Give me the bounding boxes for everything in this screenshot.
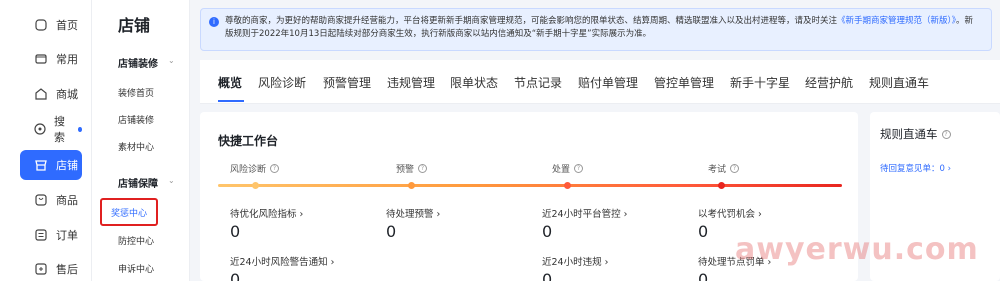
tab-business-escort[interactable]: 经营护航 [805, 74, 853, 91]
progress-dot [564, 182, 571, 189]
nav-item-label: 商品 [56, 194, 78, 207]
folder-icon [32, 50, 50, 68]
help-icon[interactable]: ? [941, 129, 951, 139]
nav-item-home[interactable]: 首页 [20, 10, 82, 40]
metric-pending-warnings[interactable]: 待处理预警 › [386, 206, 440, 220]
aftersale-icon [32, 260, 50, 278]
menu-group-decoration[interactable]: 店铺装修 [118, 55, 158, 70]
tab-violation-management[interactable]: 违规管理 [387, 74, 435, 91]
menu-group-protection[interactable]: 店铺保障 [118, 175, 158, 190]
nav-item-label: 订单 [56, 229, 78, 242]
primary-nav-rail: 首页 常用 商城 搜索 店铺 商品 订单 售后 [0, 0, 92, 281]
metric-exam-instead-of-penalty[interactable]: 以考代罚机会 › [698, 206, 762, 220]
notice-rules-link[interactable]: 《新手期商家管理规范（新版）》 [837, 16, 956, 26]
info-icon: i [209, 17, 219, 27]
tab-risk-diagnosis[interactable]: 风险诊断 [258, 74, 306, 91]
search-icon [32, 120, 48, 138]
stage-handling: 处置? [552, 162, 584, 175]
chevron-down-icon[interactable]: ⌄ [168, 56, 175, 65]
nav-item-label: 搜索 [54, 115, 65, 144]
tab-overview[interactable]: 概览 [218, 74, 242, 91]
menu-item-asset-center[interactable]: 素材中心 [118, 140, 154, 153]
nav-item-product[interactable]: 商品 [20, 185, 82, 215]
metric-24h-platform-control[interactable]: 近24小时平台管控 › [542, 206, 627, 220]
tab-newbie-cross-star[interactable]: 新手十字星 [730, 74, 790, 91]
menu-item-decorate-home[interactable]: 装修首页 [118, 86, 154, 99]
menu-item-store-decoration[interactable]: 店铺装修 [118, 113, 154, 126]
nav-item-label: 店铺 [56, 159, 78, 172]
metric-value: 0 [698, 270, 709, 281]
menu-item-risk-control-center[interactable]: 防控中心 [118, 234, 154, 247]
metric-value: 0 [386, 222, 397, 241]
progress-dot [252, 182, 259, 189]
store-icon [32, 156, 50, 174]
help-icon[interactable]: ? [418, 164, 428, 173]
shop-icon [32, 85, 50, 103]
menu-item-appeal-center[interactable]: 申诉中心 [118, 262, 154, 275]
tab-control-order-management[interactable]: 管控单管理 [654, 74, 714, 91]
metric-value: 0 [230, 222, 241, 241]
nav-item-aftersale[interactable]: 售后 [20, 254, 82, 281]
progress-dot [718, 182, 725, 189]
nav-item-search[interactable]: 搜索 [20, 114, 82, 144]
notice-banner: i 尊敬的商家，为更好的帮助商家提升经营能力，平台将更新新手期商家管理规范，可能… [200, 8, 992, 51]
watermark: awyerwu.com [735, 232, 979, 267]
progress-dot [408, 182, 415, 189]
menu-item-reward-penalty-center[interactable]: 奖惩中心 [100, 198, 158, 226]
help-icon[interactable]: ? [270, 164, 280, 173]
nav-item-label: 常用 [56, 53, 78, 66]
submenu-title: 店铺 [118, 16, 151, 35]
nav-item-order[interactable]: 订单 [20, 220, 82, 250]
metric-value: 0 [230, 270, 241, 281]
metric-pending-risk-indicators[interactable]: 待优化风险指标 › [230, 206, 303, 220]
metric-value: 0 [542, 222, 553, 241]
metric-value: 0 [698, 222, 709, 241]
metric-24h-violations[interactable]: 近24小时违规 › [542, 254, 608, 268]
tab-warning-management[interactable]: 预警管理 [323, 74, 371, 91]
card-title: 快捷工作台 [218, 134, 279, 148]
stage-risk-diagnosis: 风险诊断? [230, 162, 280, 175]
tab-rules-express[interactable]: 规则直通车 [869, 74, 929, 91]
active-tab-indicator [218, 100, 244, 102]
stage-warning: 预警? [396, 162, 428, 175]
notification-dot [77, 126, 82, 132]
nav-item-frequent[interactable]: 常用 [20, 44, 82, 74]
rules-express-title: 规则直通车? [880, 126, 951, 142]
nav-item-store[interactable]: 店铺 [20, 150, 82, 180]
help-icon[interactable]: ? [730, 164, 740, 173]
notice-text: 尊敬的商家，为更好的帮助商家提升经营能力，平台将更新新手期商家管理规范，可能会影… [225, 16, 838, 26]
secondary-nav: 店铺 店铺装修 ⌄ 装修首页 店铺装修 素材中心 店铺保障 ⌄ 奖惩中心 防控中… [92, 0, 190, 281]
product-icon [32, 191, 50, 209]
nav-item-mall[interactable]: 商城 [20, 79, 82, 109]
help-icon[interactable]: ? [574, 164, 584, 173]
metric-value: 0 [542, 270, 553, 281]
tab-order-limit-status[interactable]: 限单状态 [450, 74, 498, 91]
tab-node-records[interactable]: 节点记录 [514, 74, 562, 91]
nav-item-label: 售后 [56, 263, 78, 276]
workflow-progress-line [218, 184, 842, 187]
chevron-down-icon[interactable]: ⌄ [168, 176, 175, 185]
order-icon [32, 226, 50, 244]
tab-compensation-management[interactable]: 赔付单管理 [578, 74, 638, 91]
metric-24h-risk-warning-notices[interactable]: 近24小时风险警告通知 › [230, 254, 334, 268]
tab-bar: 概览 风险诊断 预警管理 违规管理 限单状态 节点记录 赔付单管理 管控单管理 … [200, 60, 1000, 104]
pending-feedback-link[interactable]: 待回复意见单：0 › [880, 162, 951, 174]
nav-item-label: 首页 [56, 19, 78, 32]
home-icon [32, 16, 50, 34]
stage-exam: 考试? [708, 162, 740, 175]
nav-item-label: 商城 [56, 88, 78, 101]
